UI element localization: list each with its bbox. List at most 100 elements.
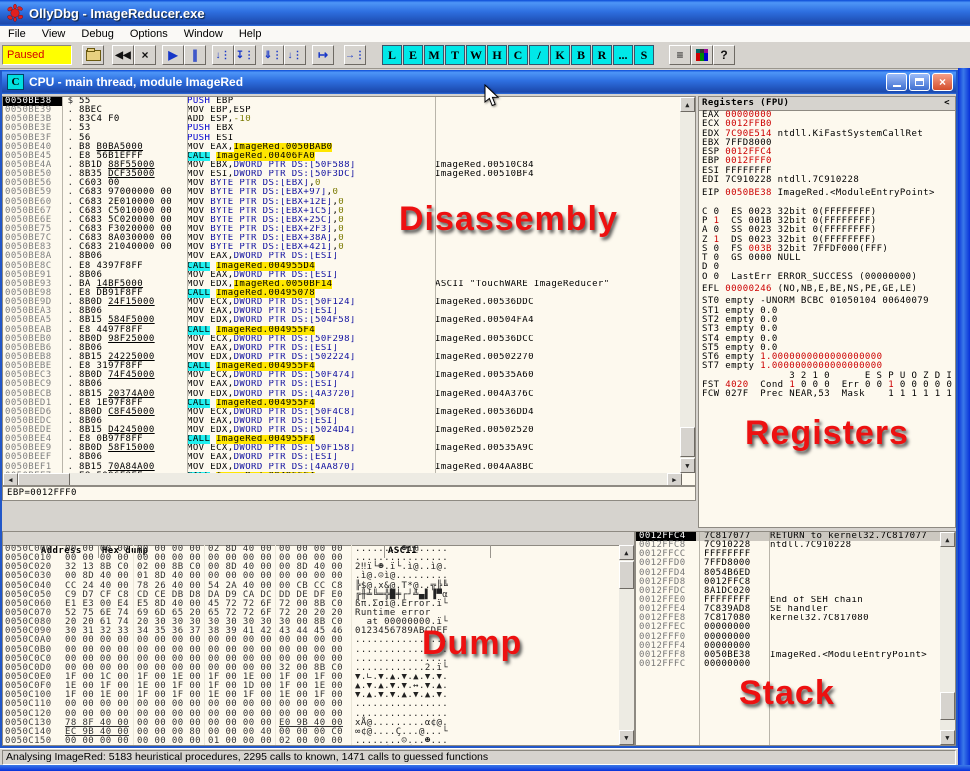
disasm-comment bbox=[435, 243, 682, 252]
open-file-icon bbox=[86, 50, 101, 61]
disasm-row[interactable]: 0050BE3B.83C4 F0ADD ESP,-10 bbox=[3, 115, 682, 124]
scroll-thumb[interactable] bbox=[619, 561, 634, 589]
stack-comment: ntdll.7C910228 bbox=[764, 541, 942, 550]
trace-into-button[interactable]: ⇓⋮ bbox=[262, 45, 284, 65]
registers-header: Registers (FPU) < bbox=[699, 97, 955, 111]
letter-button-C[interactable]: C bbox=[508, 45, 528, 65]
menu-file[interactable]: File bbox=[0, 26, 34, 42]
letter-button-B[interactable]: B bbox=[571, 45, 591, 65]
main-titlebar[interactable]: OllyDbg - ImageReducer.exe bbox=[0, 0, 970, 26]
scroll-up-icon[interactable]: ▲ bbox=[619, 545, 634, 560]
letter-button-S[interactable]: S bbox=[634, 45, 654, 65]
windows-list-button[interactable] bbox=[691, 45, 713, 65]
restore-button[interactable] bbox=[909, 73, 930, 91]
scroll-down-icon[interactable]: ▼ bbox=[940, 730, 955, 745]
letter-button-L[interactable]: L bbox=[382, 45, 402, 65]
disasm-comment bbox=[435, 225, 682, 234]
step-over-button[interactable]: ↧⋮ bbox=[234, 45, 256, 65]
disasm-comment bbox=[435, 262, 682, 271]
register-efl: EFL 00000246 (NO,NB,E,BE,NS,PE,GE,LE) bbox=[702, 285, 954, 294]
dump-vscrollbar[interactable]: ▲ ▼ bbox=[619, 545, 634, 745]
disasm-row[interactable]: 0050BED6.8B0D C8F45000MOV ECX,DWORD PTR … bbox=[3, 408, 682, 417]
disassembly-hscrollbar[interactable]: ◀ ▶ bbox=[3, 473, 682, 486]
menu-window[interactable]: Window bbox=[176, 26, 231, 42]
letter-button-W[interactable]: W bbox=[466, 45, 486, 65]
disasm-instruction: MOV BYTE PTR DS:[EBX+12E],0 bbox=[187, 198, 435, 207]
dump-hex-group: 00 00 00 00 bbox=[133, 737, 204, 745]
minimize-button[interactable] bbox=[886, 73, 907, 91]
close-icon[interactable]: × bbox=[932, 73, 953, 91]
disasm-instruction: CALL ImageRed.004955D4 bbox=[187, 262, 435, 271]
disasm-row[interactable]: 0050BE8C.E8 4397F8FFCALL ImageRed.004955… bbox=[3, 262, 682, 271]
disassembly-vscrollbar[interactable]: ▲ ▼ bbox=[680, 97, 695, 473]
disasm-instruction: MOV BYTE PTR DS:[EBX+25C],0 bbox=[187, 216, 435, 225]
stack-comment bbox=[764, 642, 942, 651]
scroll-thumb[interactable] bbox=[940, 692, 955, 720]
dump-pane[interactable]: AddressHex dumpASCII 0050C00000 00 00 00… bbox=[2, 531, 635, 746]
letter-button-slash[interactable]: / bbox=[529, 45, 549, 65]
scroll-down-icon[interactable]: ▼ bbox=[619, 730, 634, 745]
disasm-instruction: MOV BYTE PTR DS:[EBX+421],0 bbox=[187, 243, 435, 252]
disassembly-pane[interactable]: 0050BE38$55PUSH EBP0050BE39.8BECMOV EBP,… bbox=[2, 96, 696, 486]
letter-button-T[interactable]: T bbox=[445, 45, 465, 65]
letter-button-K[interactable]: K bbox=[550, 45, 570, 65]
disasm-comment bbox=[435, 143, 682, 152]
disasm-comment bbox=[435, 289, 682, 298]
scroll-right-icon[interactable]: ▶ bbox=[667, 473, 682, 486]
disasm-row[interactable]: 0050BEC3.8B0D 74F45000MOV ECX,DWORD PTR … bbox=[3, 371, 682, 380]
trace-over-button[interactable]: ↓⋮ bbox=[284, 45, 306, 65]
stack-comment bbox=[764, 578, 942, 587]
dump-address: 0050C150 bbox=[3, 737, 62, 745]
letter-button-dots[interactable]: ... bbox=[613, 45, 633, 65]
disasm-instruction: MOV ECX,DWORD PTR DS:[50F158] bbox=[187, 444, 435, 453]
disasm-row[interactable]: 0050BEE9.8B0D 58F15000MOV ECX,DWORD PTR … bbox=[3, 444, 682, 453]
disasm-row[interactable]: 0050BE38$55PUSH EBP bbox=[3, 97, 682, 106]
scroll-thumb[interactable] bbox=[680, 427, 695, 457]
run-button[interactable]: ▶ bbox=[162, 45, 184, 65]
scroll-up-icon[interactable]: ▲ bbox=[680, 97, 695, 112]
menu-help[interactable]: Help bbox=[231, 26, 270, 42]
disasm-row[interactable]: 0050BE83.C683 21040000 00MOV BYTE PTR DS… bbox=[3, 243, 682, 252]
disasm-row[interactable]: 0050BE9D.8B0D 24F15000MOV ECX,DWORD PTR … bbox=[3, 298, 682, 307]
go-to-address-button[interactable]: →⋮ bbox=[344, 45, 366, 65]
menu-view[interactable]: View bbox=[34, 26, 74, 42]
rewind-button[interactable]: ◀◀ bbox=[112, 45, 134, 65]
disasm-instruction: MOV BYTE PTR DS:[EBX+38A],0 bbox=[187, 234, 435, 243]
letter-button-M[interactable]: M bbox=[424, 45, 444, 65]
disasm-comment: ImageRed.00536DCC bbox=[435, 335, 682, 344]
letter-button-E[interactable]: E bbox=[403, 45, 423, 65]
stack-row[interactable]: 0012FFFC00000000 bbox=[636, 660, 942, 669]
scroll-down-icon[interactable]: ▼ bbox=[680, 458, 695, 473]
disasm-comment bbox=[435, 198, 682, 207]
dump-row[interactable]: 0050C15000 00 00 0000 00 00 0001 00 00 0… bbox=[3, 737, 621, 745]
scroll-thumb[interactable] bbox=[18, 473, 70, 486]
menu-debug[interactable]: Debug bbox=[73, 26, 121, 42]
disasm-instruction: PUSH ESI bbox=[187, 134, 435, 143]
letter-button-R[interactable]: R bbox=[592, 45, 612, 65]
disasm-instruction: MOV EDX,DWORD PTR DS:[504F58] bbox=[187, 316, 435, 325]
registers-pane[interactable]: Registers (FPU) < EAX 00000000 ECX 0012F… bbox=[698, 96, 956, 528]
disasm-row[interactable]: 0050BEB0.8B0D 98F25000MOV ECX,DWORD PTR … bbox=[3, 335, 682, 344]
stack-vscrollbar[interactable]: ▲ ▼ bbox=[940, 532, 955, 745]
scroll-up-icon[interactable]: ▲ bbox=[940, 532, 955, 547]
cpu-titlebar[interactable]: C CPU - main thread, module ImageRed × bbox=[2, 70, 956, 94]
scroll-left-icon[interactable]: ◀ bbox=[3, 473, 18, 486]
stack-pane[interactable]: 0012FFC47C817077RETURN to kernel32.7C817… bbox=[635, 531, 956, 746]
ollydbg-icon bbox=[6, 4, 24, 22]
collapse-icon[interactable]: < bbox=[944, 97, 955, 110]
disasm-comment bbox=[435, 234, 682, 243]
close-program-button[interactable]: × bbox=[134, 45, 156, 65]
log-window-button[interactable]: ≡ bbox=[669, 45, 691, 65]
pause-button[interactable]: ∥ bbox=[184, 45, 206, 65]
disasm-row[interactable]: 0050BE3E.53PUSH EBX bbox=[3, 124, 682, 133]
execute-till-return-button[interactable]: ↦ bbox=[312, 45, 334, 65]
menu-options[interactable]: Options bbox=[122, 26, 176, 42]
open-file-button[interactable] bbox=[82, 45, 104, 65]
disasm-instruction: MOV ESI,DWORD PTR DS:[50F3DC] bbox=[187, 170, 435, 179]
disasm-instruction: MOV ECX,DWORD PTR DS:[50F474] bbox=[187, 371, 435, 380]
help-button[interactable]: ? bbox=[713, 45, 735, 65]
stack-comment: SE handler bbox=[764, 605, 942, 614]
step-into-button[interactable]: ↓⋮ bbox=[212, 45, 234, 65]
letter-button-H[interactable]: H bbox=[487, 45, 507, 65]
disasm-instruction: MOV EDX,DWORD PTR DS:[502224] bbox=[187, 353, 435, 362]
